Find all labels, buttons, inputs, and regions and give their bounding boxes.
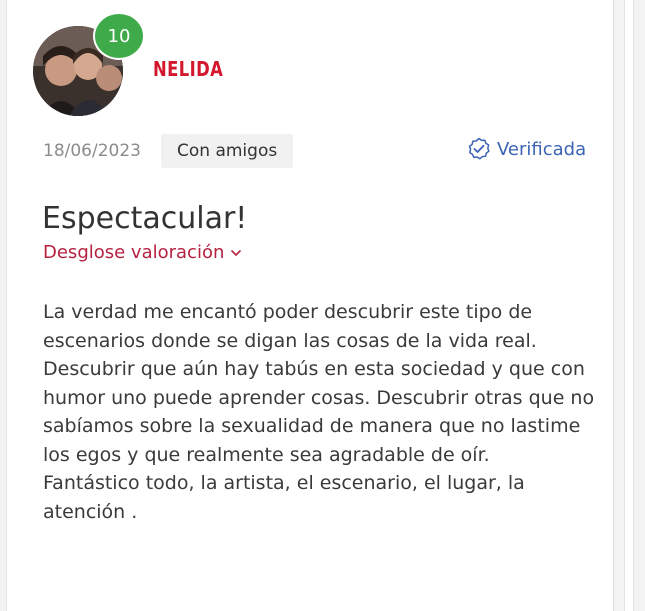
points-badge: 10 — [95, 14, 143, 58]
scroll-rail — [624, 0, 634, 611]
verified-label: Verificada — [497, 138, 587, 160]
rating-breakdown-label: Desglose valoración — [43, 242, 225, 263]
review-title: Espectacular! — [42, 201, 248, 237]
check-circle-icon — [468, 137, 490, 160]
review-card: 10 NELIDA 18/06/2023 Con amigos Verifica… — [6, 0, 614, 611]
review-page: 10 NELIDA 18/06/2023 Con amigos Verifica… — [0, 0, 645, 611]
review-paragraph: Fantástico todo, la artista, el escenari… — [43, 472, 525, 523]
verified-badge: Verificada — [467, 137, 586, 161]
reviewer-name[interactable]: NELIDA — [153, 57, 223, 81]
review-date: 18/06/2023 — [43, 141, 141, 161]
rating-breakdown-toggle[interactable]: Desglose valoración — [43, 242, 242, 263]
chevron-down-icon — [231, 249, 242, 256]
review-body: La verdad me encantó poder descubrir est… — [43, 298, 603, 526]
review-paragraph: La verdad me encantó poder descubrir est… — [43, 301, 595, 466]
companion-tag: Con amigos — [161, 134, 294, 168]
